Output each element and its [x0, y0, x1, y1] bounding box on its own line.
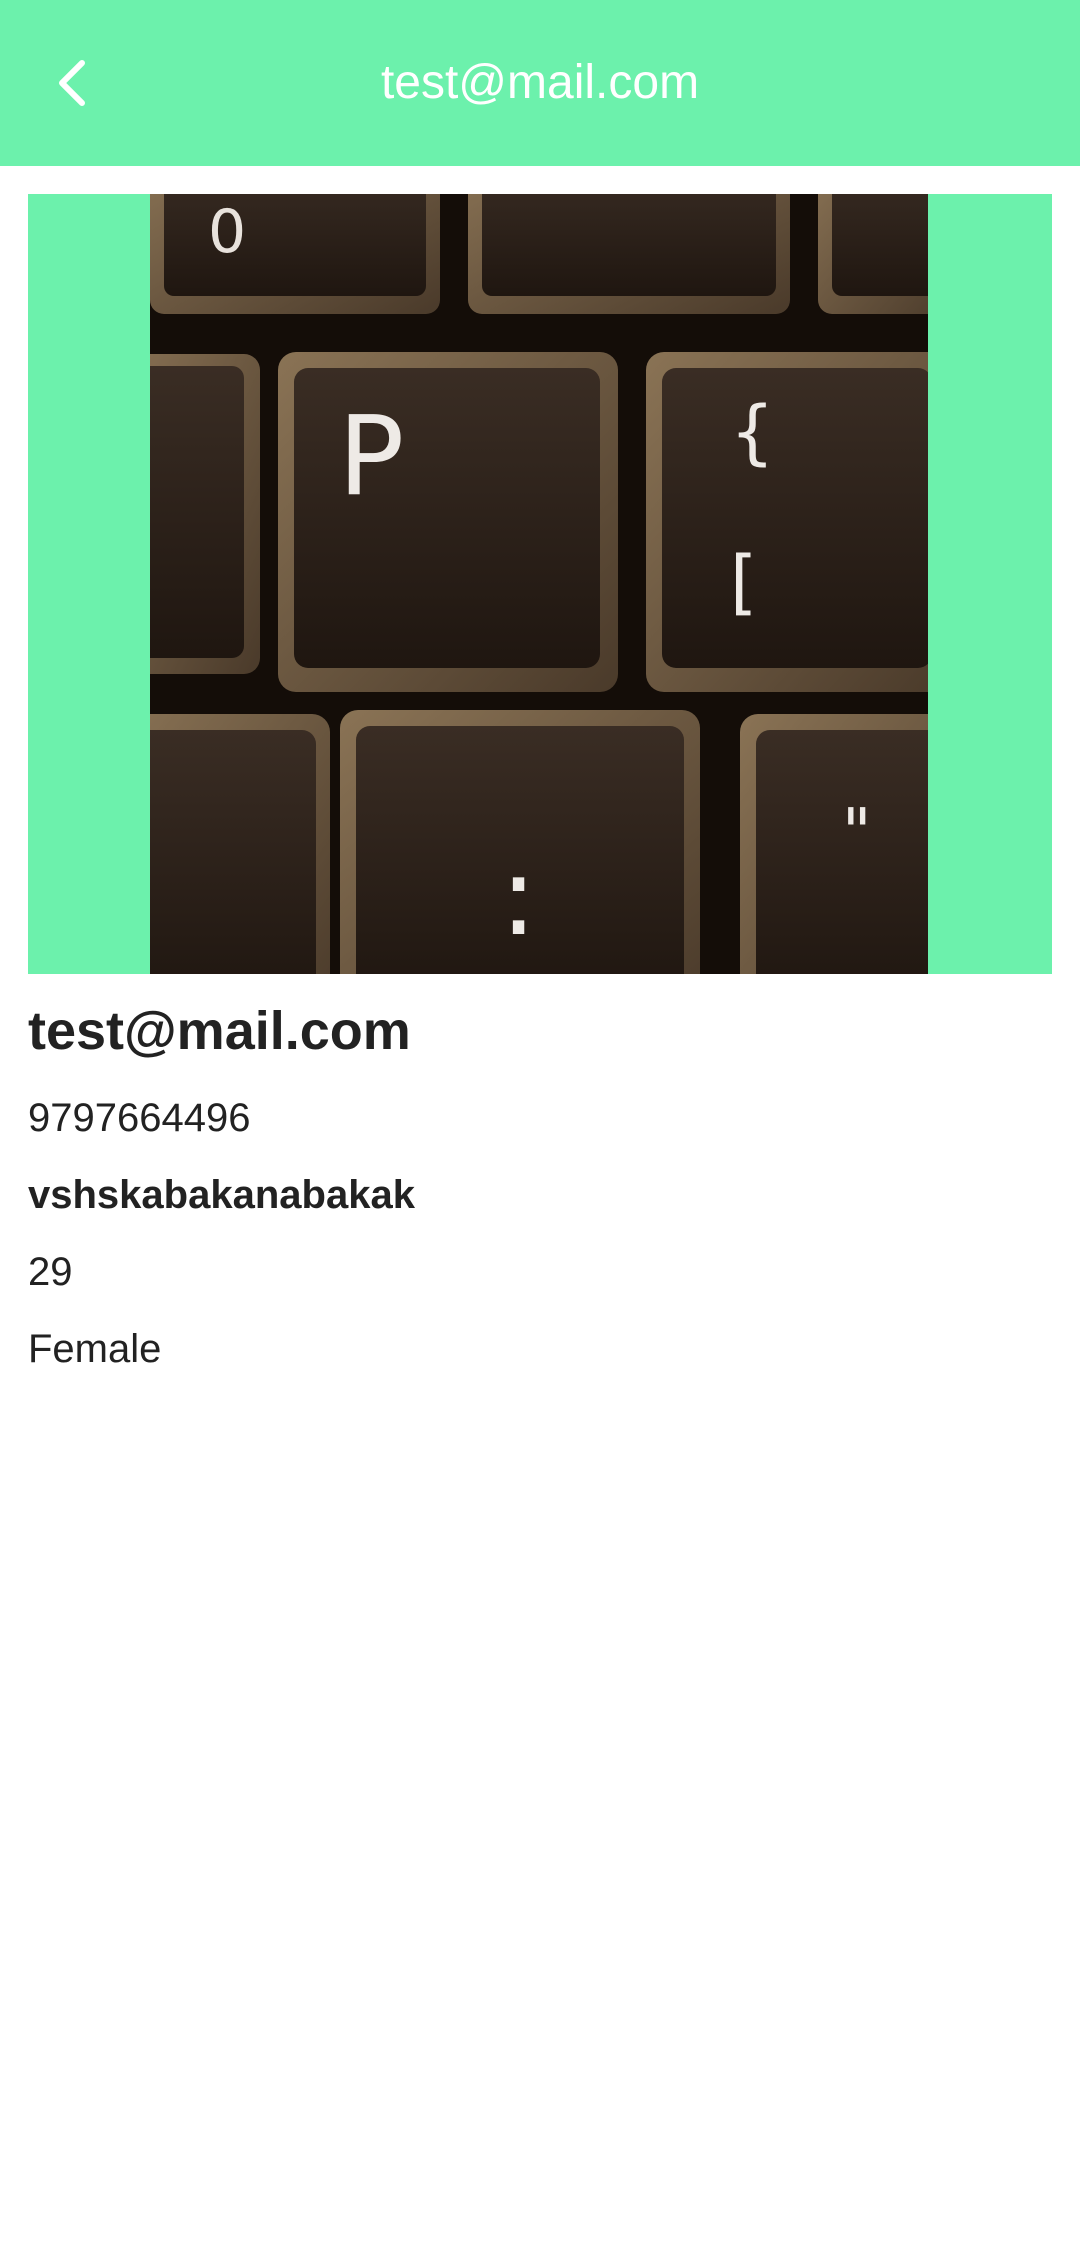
profile-email: test@mail.com: [28, 1001, 411, 1061]
profile-age: 29: [28, 1250, 73, 1294]
key-legend: {: [730, 391, 775, 473]
profile-name: vshskabakanabakak: [28, 1173, 415, 1217]
app-bar: test@mail.com: [0, 0, 1080, 166]
key-legend: 0: [208, 197, 246, 267]
profile-phone: 9797664496: [28, 1096, 251, 1140]
page-title: test@mail.com: [380, 56, 700, 109]
key-legend: [: [730, 541, 757, 623]
keyboard-keys-photo: 0 P { [ : ": [150, 194, 928, 974]
key-legend: P: [338, 392, 404, 520]
profile-gender: Female: [28, 1327, 162, 1371]
profile-photo-frame: 0 P { [ : ": [28, 194, 1052, 974]
key-legend: ": [842, 796, 871, 870]
key-legend: :: [500, 832, 537, 960]
profile-photo[interactable]: 0 P { [ : ": [150, 194, 928, 974]
